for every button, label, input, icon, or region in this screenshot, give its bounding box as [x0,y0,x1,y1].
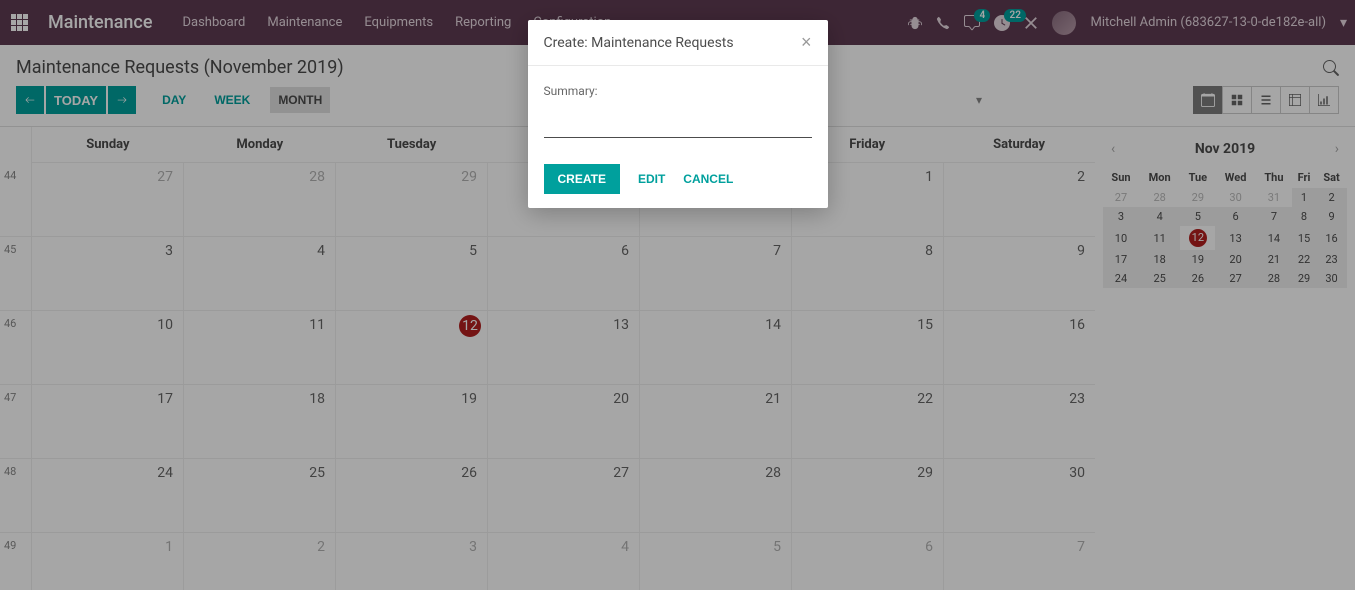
edit-button[interactable]: EDIT [638,172,665,186]
summary-input[interactable] [544,110,812,138]
summary-label: Summary: [544,84,812,98]
modal-close-button[interactable]: × [801,32,812,53]
create-button[interactable]: CREATE [544,164,620,194]
create-modal: Create: Maintenance Requests × Summary: … [528,20,828,208]
modal-title: Create: Maintenance Requests [544,35,734,51]
cancel-button[interactable]: CANCEL [683,172,733,186]
